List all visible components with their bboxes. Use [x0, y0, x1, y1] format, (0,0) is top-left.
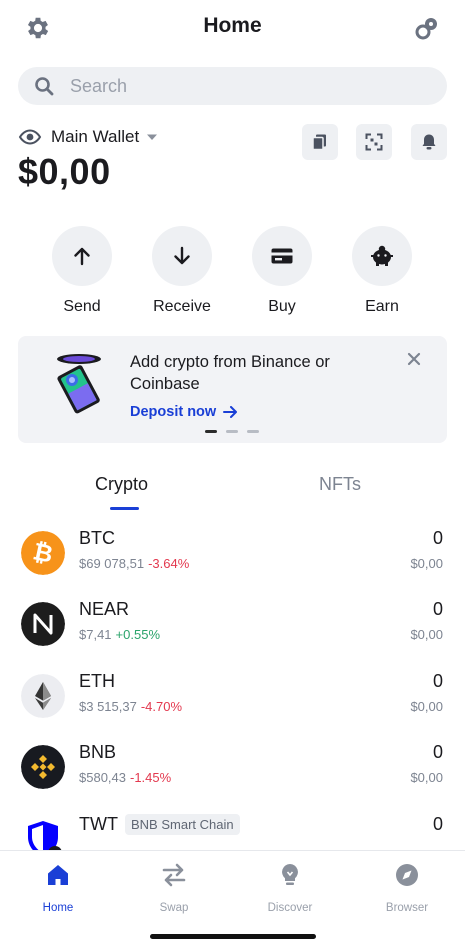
- card-icon: [271, 248, 293, 264]
- bnb-icon: [21, 745, 65, 789]
- asset-symbol: NEAR: [79, 599, 130, 619]
- close-icon[interactable]: [405, 350, 423, 368]
- asset-value: $0,00: [410, 699, 443, 714]
- tabbar-browser[interactable]: Browser: [357, 861, 457, 914]
- phone-illustration: [57, 354, 101, 414]
- search-icon: [35, 77, 54, 96]
- earn-circle[interactable]: [352, 226, 412, 286]
- asset-row-btc[interactable]: ₿ BTC $69 078,51 -3.64% 0 $0,00: [0, 521, 465, 589]
- asset-symbol: BTC: [79, 528, 115, 548]
- asset-change: -1.45%: [130, 770, 172, 785]
- asset-row-near[interactable]: NEAR $7,41 +0.55% 0 $0,00: [0, 592, 465, 660]
- lightbulb-icon: [282, 864, 298, 885]
- scan-button[interactable]: [356, 124, 392, 160]
- chain-badge: BNB Smart Chain: [125, 814, 240, 835]
- earn-button[interactable]: Earn: [347, 226, 417, 316]
- buy-circle[interactable]: [252, 226, 312, 286]
- send-button[interactable]: Send: [47, 226, 117, 316]
- ethereum-icon: [21, 674, 65, 718]
- near-icon: [21, 602, 65, 646]
- asset-change: -4.70%: [140, 699, 183, 714]
- home-icon: [48, 865, 68, 885]
- receive-button[interactable]: Receive: [147, 226, 217, 316]
- asset-amount: 0: [432, 671, 443, 691]
- tabbar-label: Discover: [267, 902, 313, 914]
- search-bar[interactable]: Search: [18, 67, 447, 105]
- asset-change: -3.64%: [148, 556, 190, 571]
- scan-icon: [365, 133, 383, 151]
- wallet-name: Main Wallet: [51, 127, 140, 146]
- asset-value: $0,00: [410, 556, 443, 571]
- asset-price: $580,43 -1.45%: [79, 770, 171, 785]
- search-placeholder: Search: [70, 76, 128, 96]
- page-title: Home: [203, 14, 262, 37]
- piggy-icon: [371, 245, 393, 266]
- swap-icon: [162, 863, 186, 887]
- send-label: Send: [63, 298, 101, 315]
- tabbar-discover[interactable]: Discover: [240, 861, 340, 914]
- buy-label: Buy: [268, 298, 296, 315]
- asset-price-value: $69 078,51: [79, 556, 145, 571]
- wallet-selector[interactable]: Main Wallet: [18, 124, 159, 150]
- asset-symbol: ETH: [79, 671, 115, 691]
- receive-circle[interactable]: [152, 226, 212, 286]
- asset-price: $69 078,51 -3.64%: [79, 556, 189, 571]
- header: Home: [0, 0, 465, 56]
- deposit-link[interactable]: Deposit now: [130, 404, 238, 420]
- quick-actions: Send Receive Buy Earn: [0, 226, 465, 326]
- home-indicator: [150, 934, 316, 939]
- earn-label: Earn: [365, 298, 399, 315]
- asset-amount: 0: [432, 742, 443, 762]
- copy-icon: [312, 134, 326, 151]
- active-tab-indicator: [110, 507, 139, 510]
- arrow-up-icon: [74, 247, 90, 266]
- asset-tabs: Crypto NFTs: [0, 468, 465, 514]
- bitcoin-icon: ₿: [21, 531, 65, 575]
- chevron-down-icon: [147, 134, 158, 140]
- asset-value: $0,00: [410, 627, 443, 642]
- asset-amount: 0: [432, 814, 443, 834]
- asset-price-value: $7,41: [79, 627, 112, 642]
- asset-amount: 0: [432, 599, 443, 619]
- asset-price-value: $580,43: [79, 770, 126, 785]
- tabbar-swap[interactable]: Swap: [124, 861, 224, 914]
- tab-crypto[interactable]: Crypto: [95, 474, 148, 495]
- pagination-dot[interactable]: [226, 430, 238, 433]
- buy-button[interactable]: Buy: [247, 226, 317, 316]
- banner-pagination: [205, 430, 268, 433]
- copy-button[interactable]: [302, 124, 338, 160]
- pagination-dot[interactable]: [247, 430, 259, 433]
- deposit-link-label[interactable]: Deposit now: [130, 404, 216, 420]
- tabbar-label: Home: [42, 902, 74, 914]
- asset-price: $7,41 +0.55%: [79, 627, 160, 642]
- wallet-balance: $0,00: [18, 151, 111, 192]
- wallet-connect-icon[interactable]: [413, 14, 441, 42]
- arrow-right-icon: [223, 406, 238, 418]
- promo-banner[interactable]: Add crypto from Binance or Coinbase Depo…: [18, 336, 447, 443]
- asset-row-bnb[interactable]: BNB $580,43 -1.45% 0 $0,00: [0, 735, 465, 803]
- eye-icon[interactable]: [18, 125, 42, 149]
- bell-icon: [422, 134, 436, 150]
- arrow-down-icon: [174, 246, 190, 265]
- asset-amount: 0: [432, 528, 443, 548]
- tabbar-home[interactable]: Home: [8, 861, 108, 914]
- compass-icon: [396, 864, 418, 886]
- receive-label: Receive: [153, 298, 211, 315]
- banner-text: Add crypto from Binance or Coinbase: [130, 353, 330, 393]
- notifications-button[interactable]: [411, 124, 447, 160]
- asset-row-eth[interactable]: ETH $3 515,37 -4.70% 0 $0,00: [0, 664, 465, 732]
- tab-nfts[interactable]: NFTs: [319, 474, 361, 495]
- asset-price: $3 515,37 -4.70%: [79, 699, 182, 714]
- send-circle[interactable]: [52, 226, 112, 286]
- asset-price-value: $3 515,37: [79, 699, 137, 714]
- asset-value: $0,00: [410, 770, 443, 785]
- tabbar-label: Swap: [159, 902, 189, 914]
- tabbar-label: Browser: [385, 902, 429, 914]
- asset-change: +0.55%: [115, 627, 160, 642]
- asset-symbol: BNB: [79, 742, 117, 762]
- pagination-dot[interactable]: [205, 430, 217, 433]
- asset-symbol: TWT: [79, 814, 118, 834]
